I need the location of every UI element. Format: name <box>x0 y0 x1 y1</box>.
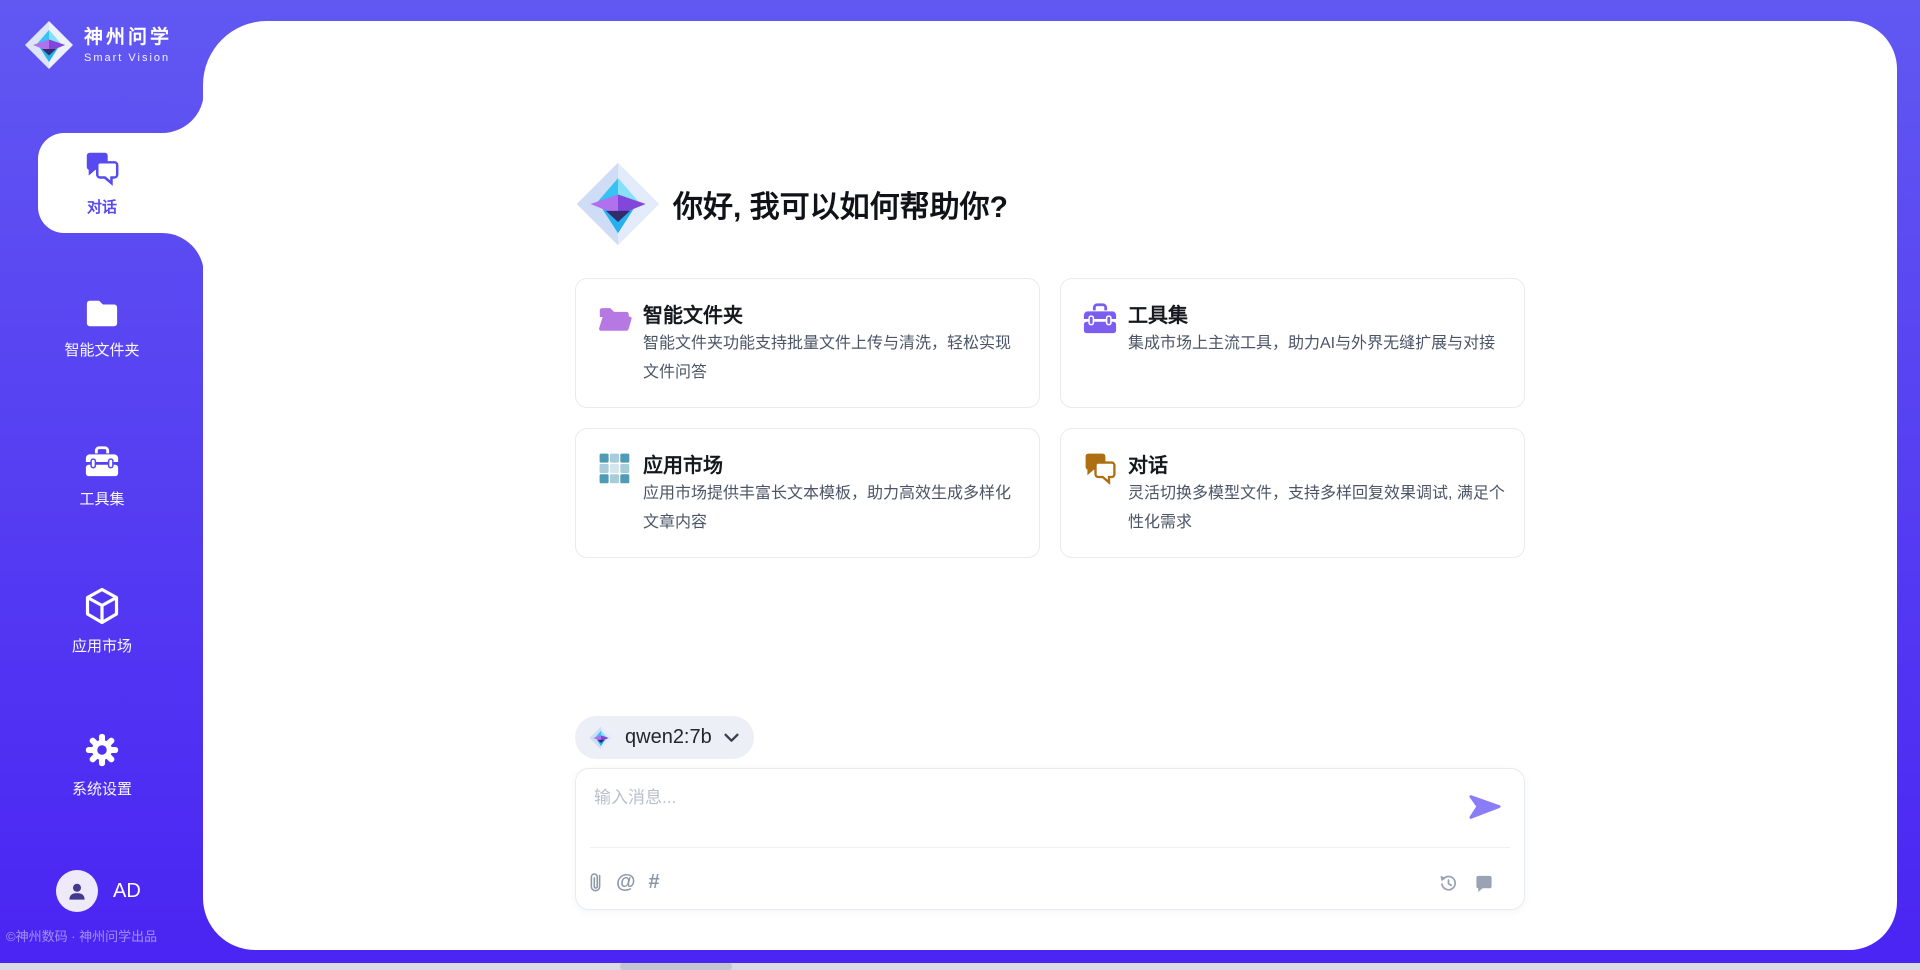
copyright-footer: ©神州数码 · 神州问学出品 <box>6 926 226 945</box>
mention-button[interactable]: @ <box>616 872 636 892</box>
sidebar-item-label: 工具集 <box>79 488 124 509</box>
card-description: 集成市场上主流工具，助力AI与外界无缝扩展与对接 <box>1128 329 1508 358</box>
card-toolset[interactable]: 工具集 集成市场上主流工具，助力AI与外界无缝扩展与对接 <box>1060 278 1525 408</box>
sidebar-item-label: 智能文件夹 <box>64 339 139 360</box>
main-panel: 你好, 我可以如何帮助你? 智能文件夹 智能文件夹功能支持批量文件上传与清洗，轻… <box>203 21 1897 950</box>
sidebar-item-label: 对话 <box>87 196 117 217</box>
folder-icon <box>83 296 121 330</box>
topic-button[interactable]: # <box>649 872 660 892</box>
hash-icon: # <box>649 872 660 892</box>
chat-bubble-icon <box>1474 874 1494 893</box>
composer-toolbar-left: @ # <box>588 871 660 893</box>
feedback-button[interactable] <box>1474 874 1494 893</box>
sidebar-item-folders[interactable]: 智能文件夹 <box>0 296 204 360</box>
brand-name: 神州问学 <box>84 26 172 50</box>
diamond-logo-icon <box>575 161 661 247</box>
card-description: 智能文件夹功能支持批量文件上传与清洗，轻松实现文件问答 <box>643 329 1023 387</box>
sidebar-item-tools[interactable]: 工具集 <box>0 443 204 509</box>
history-clock-icon <box>1439 874 1458 893</box>
diamond-logo-icon <box>589 726 613 750</box>
card-chat[interactable]: 对话 灵活切换多模型文件，支持多样回复效果调试, 满足个性化需求 <box>1060 428 1525 558</box>
card-title: 对话 <box>1128 449 1168 478</box>
message-input[interactable] <box>592 781 1446 843</box>
send-icon <box>1468 793 1502 821</box>
card-app-market[interactable]: 应用市场 应用市场提供丰富长文本模板，助力高效生成多样化文章内容 <box>575 428 1040 558</box>
sidebar-item-settings[interactable]: 系统设置 <box>0 731 204 799</box>
feature-cards: 智能文件夹 智能文件夹功能支持批量文件上传与清洗，轻松实现文件问答 工具集 集成… <box>575 278 1525 558</box>
sidebar-item-apps[interactable]: 应用市场 <box>0 586 204 656</box>
scrollbar-thumb[interactable] <box>620 963 732 970</box>
chat-icon <box>82 149 122 187</box>
diamond-logo-icon <box>24 20 74 70</box>
paperclip-icon <box>588 871 603 893</box>
history-button[interactable] <box>1439 874 1458 893</box>
apps-grid-icon <box>596 450 634 488</box>
avatar <box>56 870 98 912</box>
card-description: 灵活切换多模型文件，支持多样回复效果调试, 满足个性化需求 <box>1128 479 1508 537</box>
sidebar-item-label: 应用市场 <box>72 635 132 656</box>
brand-logo: 神州问学 Smart Vision <box>24 20 172 70</box>
person-icon <box>64 878 90 904</box>
toolbox-icon <box>1081 300 1119 338</box>
message-composer: @ # <box>575 768 1525 910</box>
greeting-block: 你好, 我可以如何帮助你? <box>575 161 1008 247</box>
card-title: 智能文件夹 <box>643 299 743 328</box>
model-name: qwen2:7b <box>625 726 712 749</box>
brand-subtitle: Smart Vision <box>84 52 172 64</box>
attach-button[interactable] <box>588 871 603 893</box>
card-description: 应用市场提供丰富长文本模板，助力高效生成多样化文章内容 <box>643 479 1023 537</box>
sidebar-item-chat[interactable]: 对话 <box>0 149 204 217</box>
folder-open-icon <box>596 300 634 338</box>
sidebar-item-label: 系统设置 <box>72 778 132 799</box>
composer-divider <box>590 847 1510 848</box>
horizontal-scrollbar <box>0 963 1920 970</box>
greeting-title: 你好, 我可以如何帮助你? <box>673 182 1008 226</box>
card-title: 工具集 <box>1128 299 1188 328</box>
chevron-down-icon <box>724 733 739 743</box>
user-name: AD <box>113 880 141 903</box>
send-button[interactable] <box>1468 793 1502 821</box>
composer-toolbar-right <box>1439 874 1494 893</box>
at-icon: @ <box>616 872 636 892</box>
gear-icon <box>83 731 121 769</box>
card-smart-folder[interactable]: 智能文件夹 智能文件夹功能支持批量文件上传与清洗，轻松实现文件问答 <box>575 278 1040 408</box>
model-selector[interactable]: qwen2:7b <box>575 716 754 759</box>
toolbox-icon <box>82 443 122 479</box>
chat-icon <box>1081 450 1119 488</box>
user-chip[interactable]: AD <box>56 870 141 912</box>
cube-icon <box>82 586 122 626</box>
card-title: 应用市场 <box>643 449 723 478</box>
